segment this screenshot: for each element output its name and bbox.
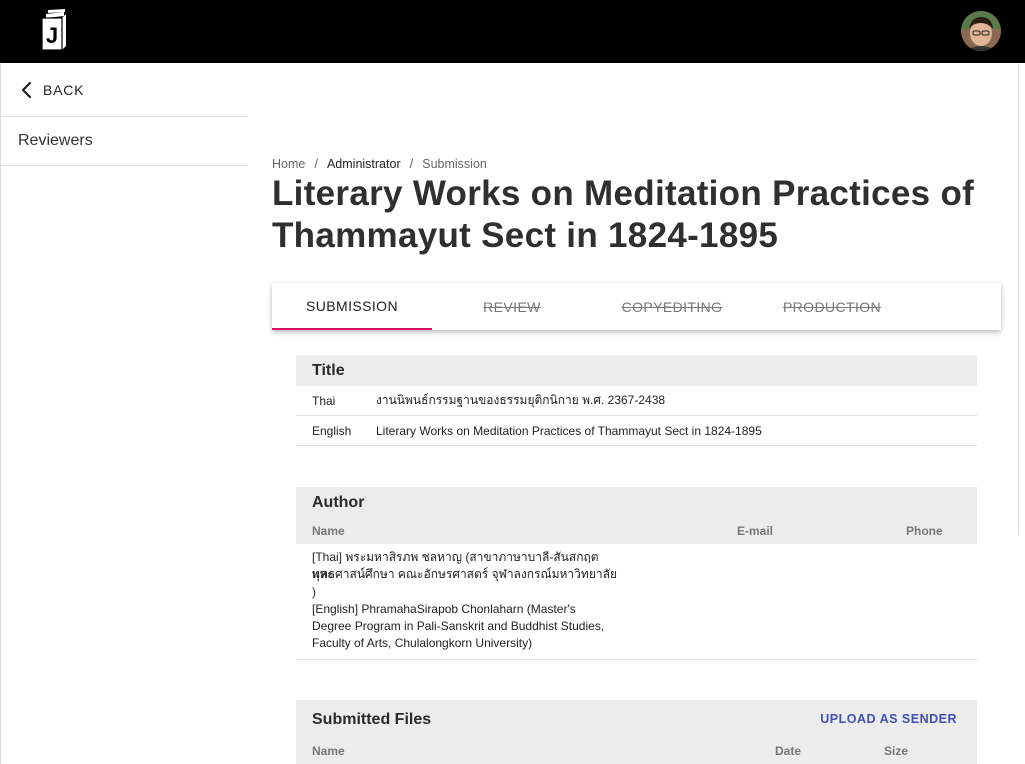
files-col-name: Name [312,744,345,758]
submission-tabs: SUBMISSION REVIEW COPYEDITING PRODUCTION [272,283,1001,330]
author-heading-text: Author [312,494,365,511]
author-col-name: Name [312,524,345,538]
upload-as-sender-button[interactable]: UPLOAD AS SENDER [820,712,957,726]
author-section-heading: Author [296,487,977,544]
author-line: ) [312,585,316,599]
page-title: Literary Works on Meditation Practices o… [272,174,975,255]
main-content: Home / Administrator / Submission Litera… [248,63,1018,764]
chevron-left-icon [21,81,32,98]
title-row-value: งานนิพนธ์กรรมฐานของธรรมยุติกนิกาย พ.ศ. 2… [376,393,666,407]
breadcrumb-separator: / [409,156,414,171]
tab-label: SUBMISSION [306,297,398,314]
tab-production[interactable]: PRODUCTION [752,283,912,330]
vertical-scrollbar[interactable] [1018,63,1025,535]
title-row-english: English Literary Works on Meditation Pra… [296,416,977,446]
author-line: [English] PhramahaSirapob Chonlaharn (Ma… [312,602,576,616]
files-col-date: Date [775,744,802,758]
user-avatar[interactable] [961,11,1001,51]
breadcrumb-submission: Submission [422,156,487,171]
tab-submission[interactable]: SUBMISSION [272,283,432,330]
sidebar-item-label: Reviewers [18,132,93,149]
journal-logo-icon[interactable]: J [38,8,70,52]
author-col-phone: Phone [906,524,943,538]
author-col-email: E-mail [737,524,774,538]
breadcrumb-home[interactable]: Home [272,157,305,171]
sidebar-item-reviewers[interactable]: Reviewers [1,117,249,166]
title-row-value: Literary Works on Meditation Practices o… [376,423,762,438]
files-heading-text: Submitted Files [312,711,432,728]
title-row-thai: Thai งานนิพนธ์กรรมฐานของธรรมยุติกนิกาย พ… [296,386,977,416]
author-line: Faculty of Arts, Chulalongkorn Universit… [312,636,533,650]
back-button[interactable]: BACK [1,63,249,117]
breadcrumb: Home / Administrator / Submission [272,156,487,171]
author-line: พุทธศาสน์ศึกษา คณะอักษรศาสตร์ จุฬาลงกรณ์… [312,567,617,581]
title-row-label: Thai [312,393,336,408]
files-col-size: Size [884,744,909,758]
tab-review[interactable]: REVIEW [432,283,592,330]
tab-label: REVIEW [483,298,541,315]
tab-label: COPYEDITING [621,298,723,315]
tab-label: PRODUCTION [782,298,882,315]
title-section-heading: Title [296,355,977,386]
breadcrumb-separator: / [314,156,318,171]
top-app-bar: J [0,0,1025,63]
sidebar: BACK Reviewers [0,63,249,764]
files-section-heading: Submitted Files UPLOAD AS SENDER [296,700,977,764]
author-line: Degree Program in Pali-Sanskrit and Budd… [312,619,605,633]
title-row-label: English [312,423,352,438]
author-row: [Thai] พระมหาสิรภพ ชลหาญ (สาขาภาษาบาลี-ส… [296,544,977,660]
breadcrumb-administrator[interactable]: Administrator [327,157,401,171]
back-label: BACK [43,81,85,98]
logo-letter: J [46,23,58,48]
tab-copyediting[interactable]: COPYEDITING [592,283,752,330]
